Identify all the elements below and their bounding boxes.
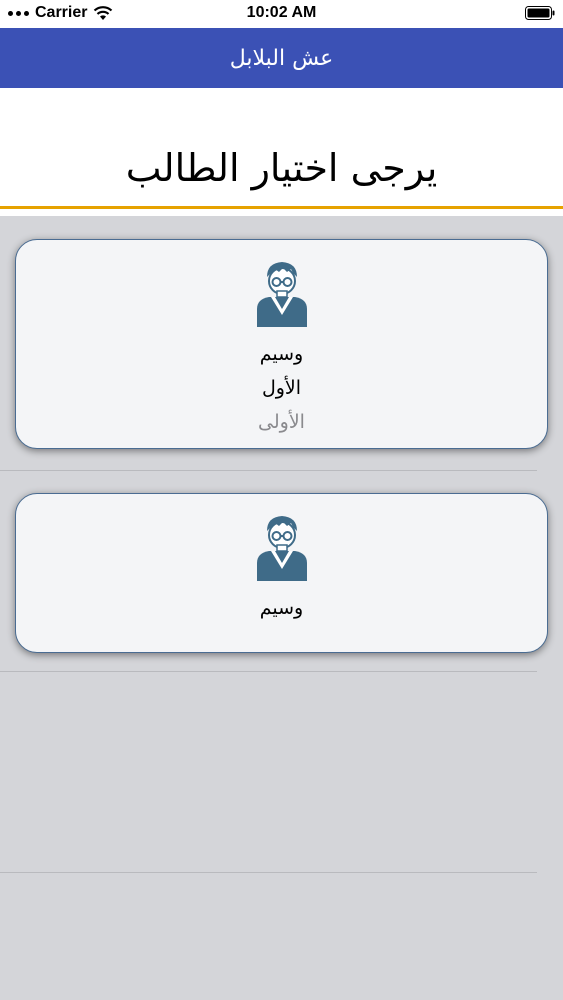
student-line-2: الأول: [261, 377, 302, 399]
student-name: وسيم: [259, 343, 304, 365]
table-row[interactable]: وسيم: [0, 471, 548, 672]
nav-bar: عش البلابل: [0, 28, 563, 88]
student-line-3: الأولى: [258, 411, 305, 433]
header-area: يرجى اختيار الطالب: [0, 88, 563, 216]
page-title: يرجى اختيار الطالب: [125, 146, 438, 190]
table-row[interactable]: وسيم الأول الأولى: [0, 216, 548, 471]
battery-icon: [525, 6, 555, 20]
status-bar: Carrier 10:02 AM: [0, 0, 563, 28]
student-avatar-icon: [256, 262, 307, 327]
title-underline: [0, 206, 563, 209]
student-list: وسيم الأول الأولى وسيم: [0, 216, 563, 873]
student-name: وسيم: [259, 597, 304, 619]
student-card[interactable]: وسيم الأول الأولى: [15, 239, 548, 449]
student-avatar-icon: [256, 516, 307, 581]
nav-title: عش البلابل: [229, 45, 334, 71]
empty-row: [0, 672, 537, 873]
status-time: 10:02 AM: [246, 4, 317, 21]
student-card[interactable]: وسيم: [15, 493, 548, 653]
